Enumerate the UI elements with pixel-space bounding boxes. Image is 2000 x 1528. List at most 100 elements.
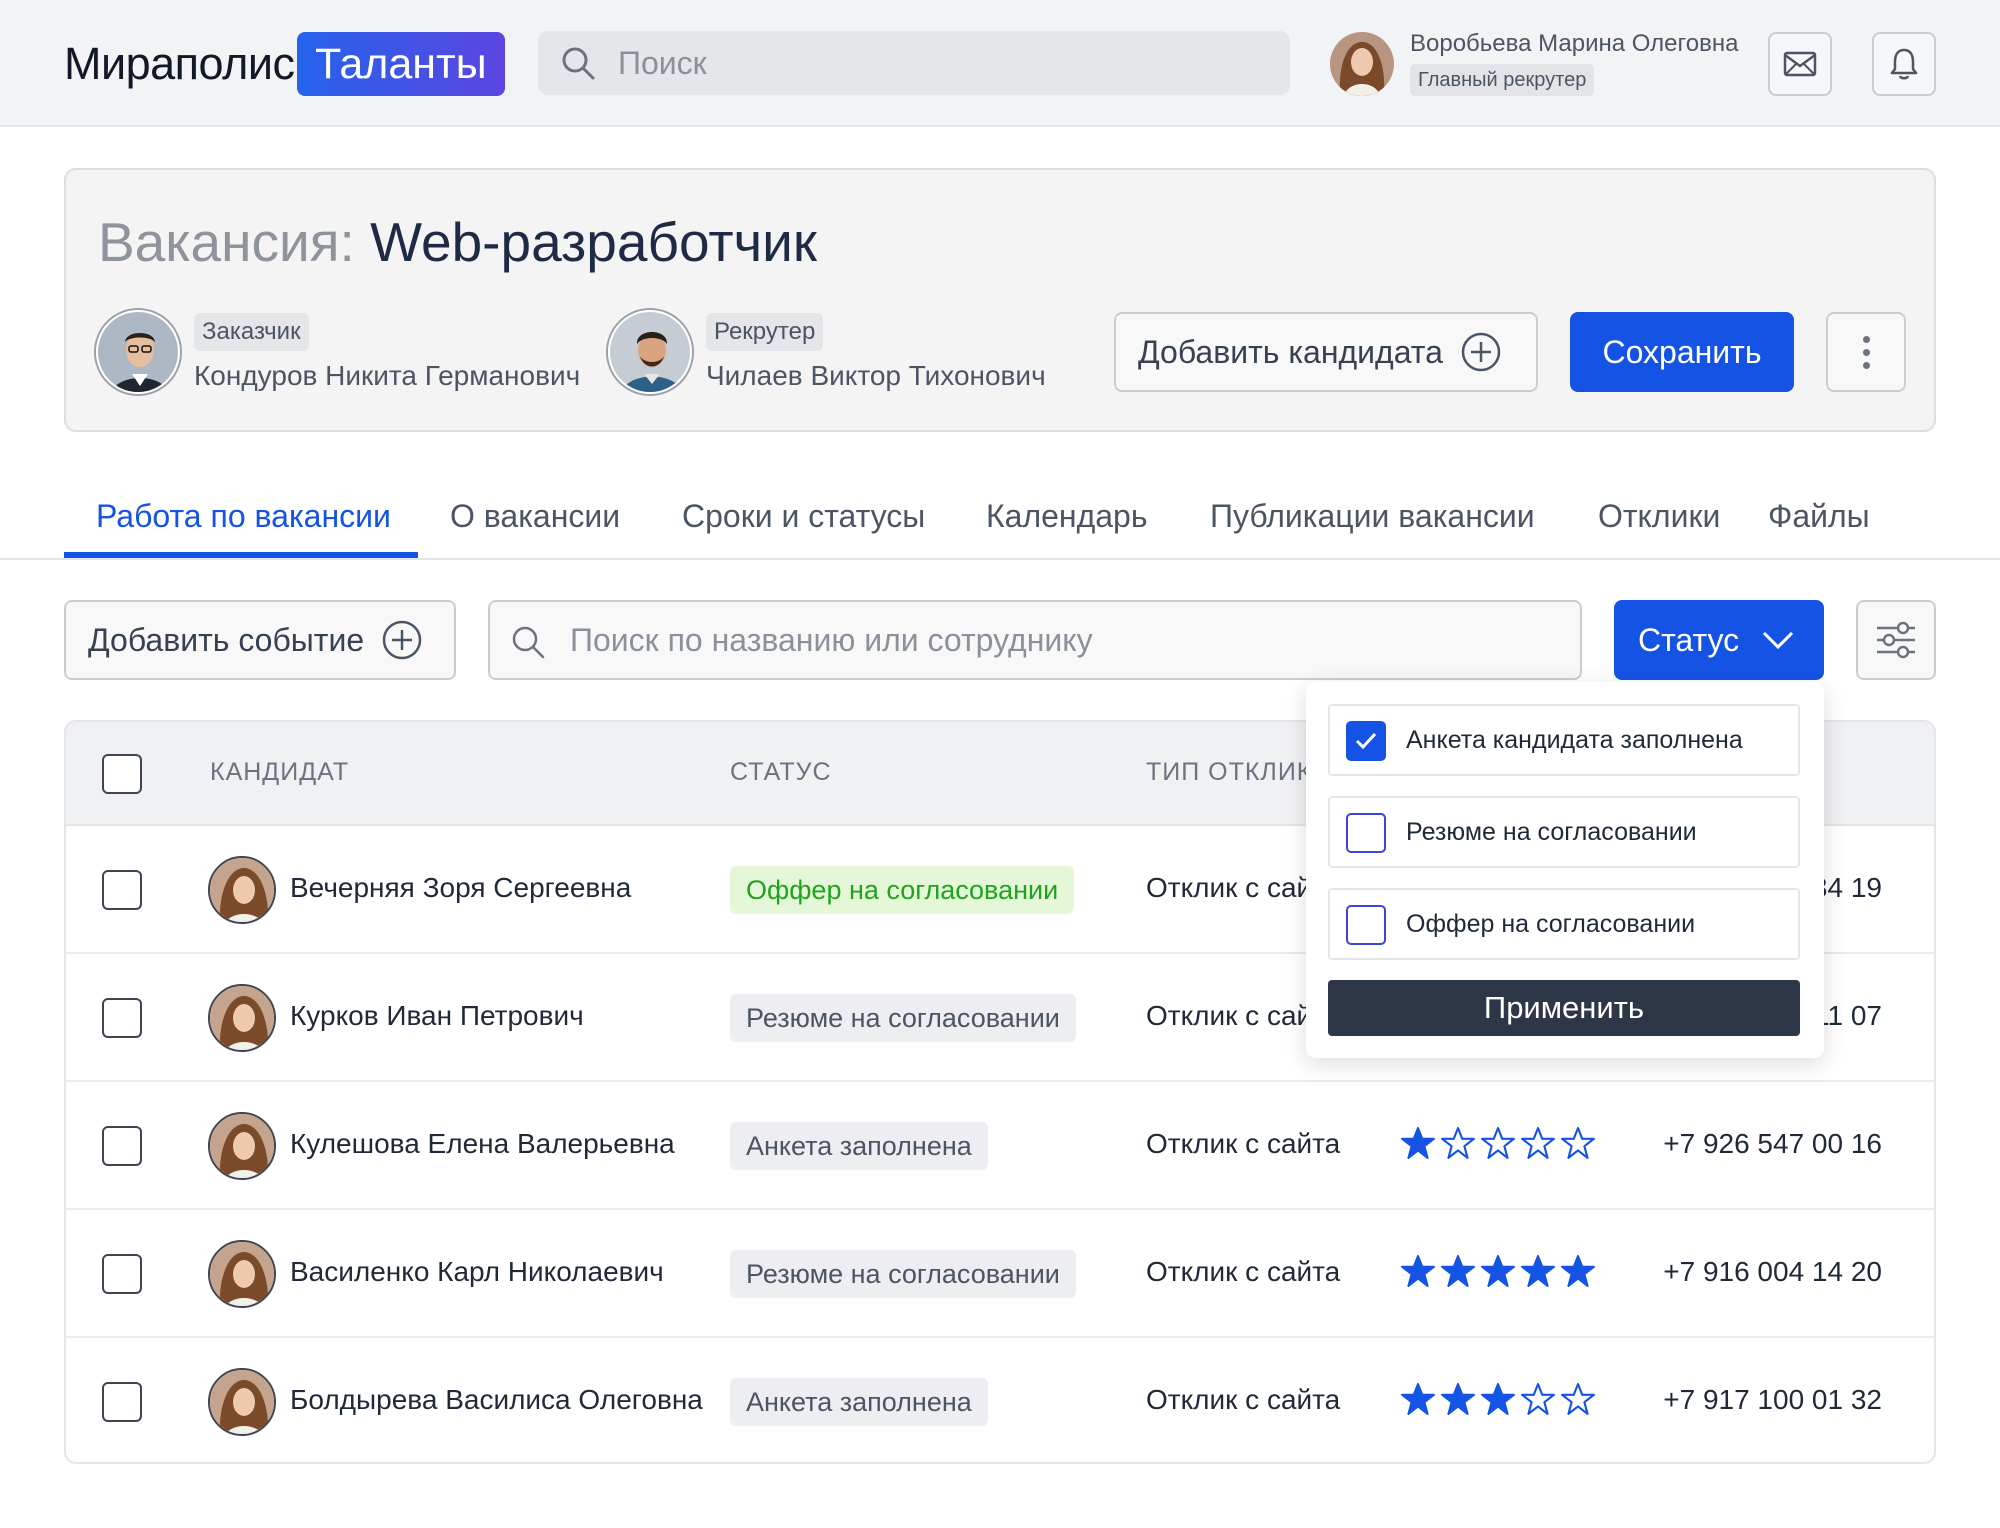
vacancy-title-prefix: Вакансия: bbox=[98, 211, 355, 273]
vacancy-title: Вакансия: Web-разработчик bbox=[98, 210, 817, 274]
status-badge: Резюме на согласовании bbox=[730, 994, 1076, 1042]
mail-icon bbox=[1783, 51, 1817, 77]
vacancy-card: Вакансия: Web-разработчик Заказчик Конду… bbox=[64, 168, 1936, 432]
tab-responses[interactable]: Отклики bbox=[1598, 498, 1720, 535]
column-candidate[interactable]: КАНДИДАТ bbox=[210, 758, 349, 787]
status-option-questionnaire[interactable]: Анкета кандидата заполнена bbox=[1328, 704, 1800, 776]
candidate-name[interactable]: Василенко Карл Николаевич bbox=[290, 1256, 664, 1288]
add-candidate-button[interactable]: Добавить кандидата bbox=[1114, 312, 1538, 392]
user-role-badge: Главный рекрутер bbox=[1410, 64, 1595, 96]
option-label: Анкета кандидата заполнена bbox=[1406, 726, 1743, 754]
status-badge: Анкета заполнена bbox=[730, 1378, 988, 1426]
tab-about-vacancy[interactable]: О вакансии bbox=[450, 498, 620, 535]
global-search-input[interactable] bbox=[618, 31, 1258, 95]
table-row[interactable]: Василенко Карл Николаевич Резюме на согла… bbox=[66, 1210, 1934, 1338]
option-label: Резюме на согласовании bbox=[1406, 818, 1697, 846]
table-row[interactable]: Кулешова Елена Валерьевна Анкета заполнен… bbox=[66, 1082, 1934, 1210]
status-option-offer[interactable]: Оффер на согласовании bbox=[1328, 888, 1800, 960]
candidate-search[interactable] bbox=[488, 600, 1582, 680]
column-status[interactable]: СТАТУС bbox=[730, 758, 832, 787]
candidate-phone[interactable]: +7 926 547 00 16 bbox=[1663, 1128, 1882, 1160]
tab-calendar[interactable]: Календарь bbox=[986, 498, 1148, 535]
rating-stars[interactable] bbox=[1400, 1126, 1596, 1160]
star-filled-icon[interactable] bbox=[1440, 1382, 1476, 1416]
star-filled-icon[interactable] bbox=[1480, 1382, 1516, 1416]
star-outline-icon[interactable] bbox=[1480, 1126, 1516, 1160]
star-outline-icon[interactable] bbox=[1560, 1382, 1596, 1416]
tab-terms-statuses[interactable]: Сроки и статусы bbox=[682, 498, 925, 535]
add-event-button[interactable]: Добавить событие bbox=[64, 600, 456, 680]
candidate-phone[interactable]: +7 917 100 01 32 bbox=[1663, 1384, 1882, 1416]
filter-settings-button[interactable] bbox=[1856, 600, 1936, 680]
mail-button[interactable] bbox=[1768, 32, 1832, 96]
option-checkbox[interactable] bbox=[1346, 905, 1386, 945]
more-options-button[interactable] bbox=[1826, 312, 1906, 392]
rating-stars[interactable] bbox=[1400, 1382, 1596, 1416]
status-filter-button[interactable]: Статус bbox=[1614, 600, 1824, 680]
star-outline-icon[interactable] bbox=[1560, 1126, 1596, 1160]
column-response-type[interactable]: ТИП ОТКЛИКА bbox=[1146, 758, 1330, 787]
status-filter-label: Статус bbox=[1638, 621, 1740, 658]
star-outline-icon[interactable] bbox=[1520, 1382, 1556, 1416]
row-checkbox[interactable] bbox=[102, 870, 142, 910]
top-bar: Мираполис Таланты Воробьева Марина Олего… bbox=[0, 0, 2000, 127]
tab-vacancy-work[interactable]: Работа по вакансии bbox=[96, 498, 391, 535]
table-row[interactable]: Болдырева Василиса Олеговна Анкета заполн… bbox=[66, 1338, 1934, 1462]
candidate-avatar[interactable] bbox=[208, 984, 276, 1052]
global-search[interactable] bbox=[538, 31, 1290, 95]
row-checkbox[interactable] bbox=[102, 998, 142, 1038]
user-name[interactable]: Воробьева Марина Олеговна bbox=[1410, 30, 1738, 58]
logo-text[interactable]: Мираполис bbox=[64, 38, 295, 90]
tab-publications[interactable]: Публикации вакансии bbox=[1210, 498, 1535, 535]
candidate-avatar[interactable] bbox=[208, 1368, 276, 1436]
star-filled-icon[interactable] bbox=[1520, 1254, 1556, 1288]
save-button[interactable]: Сохранить bbox=[1570, 312, 1794, 392]
row-checkbox[interactable] bbox=[102, 1382, 142, 1422]
customer-name[interactable]: Кондуров Никита Германович bbox=[194, 360, 580, 392]
candidate-name[interactable]: Вечерняя Зоря Сергеевна bbox=[290, 872, 631, 904]
star-filled-icon[interactable] bbox=[1440, 1254, 1476, 1288]
star-outline-icon[interactable] bbox=[1520, 1126, 1556, 1160]
star-outline-icon[interactable] bbox=[1440, 1126, 1476, 1160]
plus-circle-icon bbox=[1461, 332, 1501, 372]
candidate-name[interactable]: Курков Иван Петрович bbox=[290, 1000, 584, 1032]
check-icon bbox=[1355, 732, 1377, 750]
select-all-checkbox[interactable] bbox=[102, 754, 142, 794]
option-checkbox[interactable] bbox=[1346, 813, 1386, 853]
row-checkbox[interactable] bbox=[102, 1254, 142, 1294]
candidate-name[interactable]: Кулешова Елена Валерьевна bbox=[290, 1128, 675, 1160]
candidate-search-input[interactable] bbox=[570, 602, 1560, 678]
user-avatar[interactable] bbox=[1330, 32, 1394, 96]
star-filled-icon[interactable] bbox=[1400, 1126, 1436, 1160]
star-filled-icon[interactable] bbox=[1400, 1382, 1436, 1416]
active-tab-indicator bbox=[64, 552, 418, 558]
recruiter-avatar[interactable] bbox=[608, 310, 692, 394]
tab-files[interactable]: Файлы bbox=[1768, 498, 1870, 535]
customer-avatar[interactable] bbox=[96, 310, 180, 394]
add-event-label: Добавить событие bbox=[88, 621, 365, 658]
star-filled-icon[interactable] bbox=[1400, 1254, 1436, 1288]
apply-button[interactable]: Применить bbox=[1328, 980, 1800, 1036]
star-filled-icon[interactable] bbox=[1480, 1254, 1516, 1288]
logo-badge[interactable]: Таланты bbox=[297, 32, 505, 96]
star-filled-icon[interactable] bbox=[1560, 1254, 1596, 1288]
response-type: Отклик с сайта bbox=[1146, 1384, 1341, 1415]
search-icon bbox=[562, 47, 595, 80]
response-type: Отклик с сайта bbox=[1146, 1256, 1341, 1287]
recruiter-role-tag: Рекрутер bbox=[706, 313, 824, 351]
status-badge: Оффер на согласовании bbox=[730, 866, 1075, 914]
row-checkbox[interactable] bbox=[102, 1126, 142, 1166]
candidate-avatar[interactable] bbox=[208, 1240, 276, 1308]
status-option-resume[interactable]: Резюме на согласовании bbox=[1328, 796, 1800, 868]
rating-stars[interactable] bbox=[1400, 1254, 1596, 1288]
candidate-avatar[interactable] bbox=[208, 1112, 276, 1180]
status-dropdown: Анкета кандидата заполнена Резюме на сог… bbox=[1306, 682, 1824, 1058]
add-candidate-label: Добавить кандидата bbox=[1138, 333, 1443, 370]
candidate-avatar[interactable] bbox=[208, 856, 276, 924]
candidate-name[interactable]: Болдырева Василиса Олеговна bbox=[290, 1384, 703, 1416]
recruiter-name[interactable]: Чилаев Виктор Тихонович bbox=[706, 360, 1046, 392]
more-dots-icon bbox=[1862, 335, 1870, 343]
option-checkbox[interactable] bbox=[1346, 721, 1386, 761]
candidate-phone[interactable]: +7 916 004 14 20 bbox=[1663, 1256, 1882, 1288]
notifications-button[interactable] bbox=[1872, 32, 1936, 96]
